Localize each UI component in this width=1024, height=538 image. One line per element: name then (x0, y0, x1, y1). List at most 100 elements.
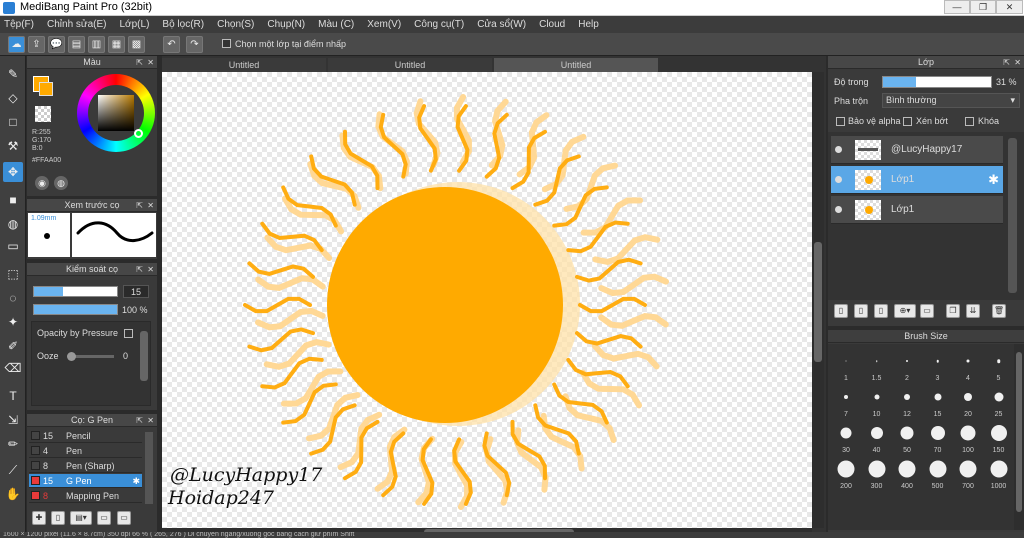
expand-icon[interactable]: ⇱ (136, 414, 143, 427)
page-icon[interactable]: ▥ (88, 36, 105, 53)
canvas-vertical-scrollbar[interactable] (812, 72, 824, 528)
vertical-scroll-thumb[interactable] (814, 242, 822, 362)
visibility-icon[interactable] (835, 176, 842, 183)
text-tool-icon[interactable]: T (3, 386, 23, 406)
menu-item-11[interactable]: Help (578, 19, 599, 30)
expand-icon[interactable]: ⇱ (136, 199, 143, 212)
brush-size-option[interactable]: 30 (831, 420, 861, 454)
comment-icon[interactable]: 💬 (48, 36, 65, 53)
ooze-slider[interactable] (67, 352, 114, 361)
close-button[interactable]: ✕ (996, 0, 1023, 14)
brush-size-option[interactable]: 700 (953, 456, 983, 490)
redo-button[interactable]: ↷ (186, 36, 203, 53)
close-icon[interactable]: ✕ (147, 199, 154, 212)
secondary-color-swatch[interactable] (39, 82, 53, 96)
brush-folder-open-icon[interactable]: ▭ (117, 511, 131, 525)
gear-icon[interactable]: ✱ (988, 172, 999, 188)
brush-size-option[interactable]: 1.5 (862, 348, 892, 382)
restore-button[interactable]: ❐ (970, 0, 996, 14)
gear-icon[interactable]: ✱ (132, 474, 140, 488)
brush-menu-icon[interactable]: ▤▾ (70, 511, 92, 525)
protect-alpha-checkbox[interactable] (836, 117, 845, 126)
document-tab-2[interactable]: Untitled (328, 58, 492, 72)
delete-layer-icon[interactable]: 🗑 (992, 304, 1006, 318)
brush-size-option[interactable]: 500 (923, 456, 953, 490)
new-layer-icon[interactable]: ▯ (834, 304, 848, 318)
saturation-square[interactable] (98, 95, 134, 131)
brush-size-option[interactable]: 7 (831, 384, 861, 418)
new-8bit-layer-icon[interactable]: ▯ (874, 304, 888, 318)
document-tab-3[interactable]: Untitled (494, 58, 658, 72)
brush-size-option[interactable]: 20 (953, 384, 983, 418)
brush-size-option[interactable]: 10 (862, 384, 892, 418)
close-icon[interactable]: ✕ (147, 56, 154, 69)
dot-tool-icon[interactable]: □ (3, 112, 23, 132)
lock-checkbox[interactable] (965, 117, 974, 126)
duplicate-layer-icon[interactable]: ❐ (946, 304, 960, 318)
upload-icon[interactable]: ⇪ (28, 36, 45, 53)
close-icon[interactable]: ✕ (1014, 56, 1021, 69)
transparent-color-swatch[interactable] (35, 106, 51, 122)
brush-size-slider[interactable] (33, 286, 118, 297)
menu-item-9[interactable]: Cửa sổ(W) (477, 19, 526, 30)
brush-size-option[interactable]: 2 (892, 348, 922, 382)
gradient-tool-icon[interactable]: ▭ (3, 236, 23, 256)
layer-folder-icon[interactable]: ▭ (920, 304, 934, 318)
layer-add-menu-icon[interactable]: ⊕▾ (894, 304, 916, 318)
layer-row[interactable]: Lớp1 (831, 196, 1003, 224)
grid-page-icon[interactable]: ▦ (108, 36, 125, 53)
brush-size-option[interactable]: 70 (923, 420, 953, 454)
select-rect-icon[interactable]: ⬚ (3, 264, 23, 284)
panels-icon[interactable]: ▩ (128, 36, 145, 53)
brush-opacity-slider[interactable] (33, 304, 118, 315)
clipping-checkbox[interactable] (903, 117, 912, 126)
close-icon[interactable]: ✕ (147, 414, 154, 427)
brush-size-option[interactable]: 25 (984, 384, 1014, 418)
merge-layer-icon[interactable]: ⇊ (966, 304, 980, 318)
menu-item-5[interactable]: Chụp(N) (267, 19, 305, 30)
brush-size-option[interactable]: 1000 (984, 456, 1014, 490)
hue-ring[interactable] (77, 74, 155, 152)
brush-size-option[interactable]: 300 (862, 456, 892, 490)
brush-size-option[interactable]: 5 (984, 348, 1014, 382)
layer-row[interactable]: @LucyHappy17 (831, 136, 1003, 164)
lasso-icon[interactable]: ◌ (3, 288, 23, 308)
brush-size-option[interactable]: 4 (953, 348, 983, 382)
cloud-icon[interactable]: ☁ (8, 36, 25, 53)
menu-item-7[interactable]: Xem(V) (367, 19, 401, 30)
drawing-canvas[interactable]: @LucyHappy17 Hoidap247 (162, 72, 812, 528)
fill-brush-icon[interactable]: ⚒ (3, 136, 23, 156)
new-brush-icon[interactable]: ▯ (51, 511, 65, 525)
brush-size-option[interactable]: 3 (923, 348, 953, 382)
brush-size-option[interactable]: 12 (892, 384, 922, 418)
document-tab-1[interactable]: Untitled (162, 58, 326, 72)
brush-list-item[interactable]: 4 Pen (29, 444, 142, 458)
visibility-icon[interactable] (835, 206, 842, 213)
brush-list-item[interactable]: 8 Mapping Pen (29, 489, 142, 503)
menu-item-8[interactable]: Công cụ(T) (414, 19, 464, 30)
layer-row[interactable]: Lớp1 ✱ (831, 166, 1003, 194)
brush-list-item[interactable]: 15 Pencil (29, 429, 142, 443)
eraser-tool-icon[interactable]: ◇ (3, 88, 23, 108)
chat-icon[interactable]: ▤ (68, 36, 85, 53)
expand-icon[interactable]: ⇱ (136, 56, 143, 69)
minimize-button[interactable]: — (944, 0, 970, 14)
close-icon[interactable]: ✕ (147, 263, 154, 276)
add-brush-icon[interactable]: ✚ (32, 511, 46, 525)
layer-list-scrollbar[interactable] (1008, 138, 1017, 293)
bucket-tool-icon[interactable]: ◍ (3, 214, 23, 234)
brush-size-option[interactable]: 1 (831, 348, 861, 382)
menu-item-6[interactable]: Màu (C) (318, 19, 354, 30)
brush-size-value[interactable]: 15 (123, 285, 149, 298)
menu-item-3[interactable]: Bộ lọc(R) (162, 19, 204, 30)
operation-tool-icon[interactable]: ⇲ (3, 410, 23, 430)
brush-size-option[interactable]: 150 (984, 420, 1014, 454)
layer-opacity-slider[interactable] (882, 76, 992, 88)
opacity-pressure-checkbox[interactable] (124, 329, 133, 338)
brush-size-option[interactable]: 15 (923, 384, 953, 418)
select-eraser-icon[interactable]: ⌫ (3, 358, 23, 378)
palette-icon[interactable]: ◉ (35, 176, 49, 190)
menu-item-4[interactable]: Chọn(S) (217, 19, 254, 30)
brush-list-scrollbar[interactable] (145, 432, 153, 504)
menu-item-2[interactable]: Lớp(L) (120, 19, 150, 30)
